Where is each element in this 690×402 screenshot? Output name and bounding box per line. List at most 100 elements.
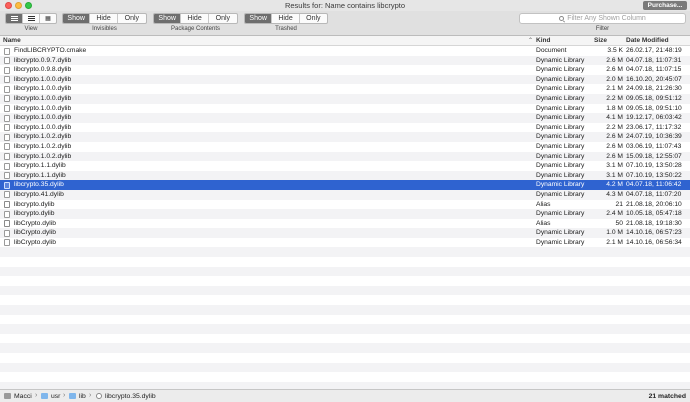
package-contents-label: Package Contents (170, 26, 221, 32)
empty-row (0, 353, 690, 363)
file-icon (4, 229, 10, 237)
file-name: libcrypto.dylib (14, 210, 55, 218)
table-row[interactable]: libcrypto.1.0.0.dylib Dynamic Library 2.2 … (0, 123, 690, 133)
file-date: 07.10.19, 13:50:22 (626, 171, 682, 179)
table-row[interactable]: libcrypto.dylib Dynamic Library 2.4 M 10.05… (0, 209, 690, 219)
file-kind: Dynamic Library (536, 75, 585, 83)
file-size: 21 (615, 200, 623, 208)
file-size: 2.1 M (606, 238, 623, 246)
empty-row (0, 305, 690, 315)
package-contents-only-button[interactable]: Only (209, 14, 237, 23)
file-name: libcrypto.1.0.0.dylib (14, 123, 72, 131)
file-date: 04.07.18, 11:07:20 (626, 190, 682, 198)
file-size: 2.6 M (606, 133, 623, 141)
file-size: 2.6 M (606, 152, 623, 160)
table-row[interactable]: libcrypto.dylib Alias 21 21.08.18, 20:06:10 (0, 200, 690, 210)
name-column-header[interactable]: Name (3, 37, 21, 44)
file-size: 2.2 M (606, 94, 623, 102)
file-kind: Dynamic Library (536, 210, 585, 218)
table-row[interactable]: libcrypto.1.0.2.dylib Dynamic Library 2.6 … (0, 132, 690, 142)
invisibles-only-button[interactable]: Only (118, 14, 146, 23)
table-row[interactable]: libcrypto.1.0.0.dylib Dynamic Library 2.2 … (0, 93, 690, 104)
file-size: 4.2 M (606, 181, 623, 189)
table-row[interactable]: libcrypto.1.0.2.dylib Dynamic Library 2.6 … (0, 142, 690, 152)
file-date: 04.07.18, 11:07:15 (626, 66, 682, 74)
table-row[interactable]: libCrypto.dylib Alias 50 21.08.18, 19:18:30 (0, 219, 690, 229)
trashed-show-button[interactable]: Show (245, 14, 273, 23)
file-size: 1.8 M (606, 104, 623, 112)
path-item-label: usr (51, 392, 61, 400)
date-column-header[interactable]: Date Modified (626, 37, 669, 44)
file-icon (4, 210, 10, 218)
file-kind: Dynamic Library (536, 56, 585, 64)
table-row[interactable]: libcrypto.41.dylib Dynamic Library 4.3 M 04… (0, 189, 690, 200)
package-contents-hide-button[interactable]: Hide (181, 14, 209, 23)
file-icon (4, 85, 10, 93)
file-size: 50 (615, 219, 623, 227)
file-date: 26.02.17, 21:48:19 (626, 47, 682, 54)
file-size: 4.1 M (606, 114, 623, 122)
outline-view-icon (27, 16, 35, 21)
file-kind: Dynamic Library (536, 85, 585, 93)
trashed-hide-button[interactable]: Hide (272, 14, 300, 23)
list-view-button[interactable] (6, 14, 23, 23)
table-row[interactable]: libcrypto.1.1.dylib Dynamic Library 3.1 M0… (0, 161, 690, 171)
path-separator-icon: › (89, 392, 92, 399)
file-name: libcrypto.1.0.0.dylib (14, 104, 72, 112)
file-size: 3.1 M (606, 162, 623, 170)
outline-view-button[interactable] (23, 14, 40, 23)
file-kind: Dynamic Library (536, 66, 585, 74)
package-contents-show-button[interactable]: Show (154, 14, 182, 23)
file-date: 21.08.18, 19:18:30 (626, 219, 682, 227)
file-icon (4, 76, 10, 84)
empty-row (0, 266, 690, 277)
trashed-only-button[interactable]: Only (300, 14, 327, 23)
kind-column-header[interactable]: Kind (536, 37, 550, 44)
filter-label: Filter (595, 26, 610, 32)
file-date: 03.06.19, 11:07:43 (626, 142, 682, 150)
search-icon (559, 16, 565, 21)
path-item-usr[interactable]: usr (41, 393, 60, 400)
empty-row (0, 276, 690, 286)
table-row[interactable]: libCrypto.dylib Dynamic Library 1.0 M 14.10… (0, 228, 690, 238)
invisibles-show-button[interactable]: Show (63, 14, 91, 23)
table-row[interactable]: libcrypto.0.9.7.dylib Dynamic Library 2.6 … (0, 55, 690, 66)
file-date: 24.07.19, 10:36:39 (626, 133, 682, 141)
empty-row (0, 343, 690, 353)
table-row[interactable]: libCrypto.dylib Dynamic Library 2.1 M 14.10… (0, 238, 690, 248)
file-name: FindLIBCRYPTO.cmake (14, 47, 87, 54)
table-row[interactable]: libcrypto.1.0.2.dylib Dynamic Library 2.6 … (0, 151, 690, 162)
file-name: libcrypto.35.dylib (14, 181, 64, 189)
path-item-disk[interactable]: Macci (4, 393, 32, 400)
file-name: libcrypto.1.0.0.dylib (14, 75, 72, 83)
table-row[interactable]: libcrypto.1.0.0.dylib Dynamic Library 2.0 … (0, 74, 690, 85)
filter-search-field[interactable]: Filter Any Shown Column (519, 13, 686, 24)
package-contents-control: Show Hide Only (153, 13, 238, 24)
file-date: 24.09.18, 21:26:30 (626, 85, 682, 93)
size-column-header[interactable]: Size (594, 37, 607, 44)
path-item-file[interactable]: libcrypto.35.dylib (96, 393, 156, 400)
file-kind: Dynamic Library (536, 190, 585, 198)
file-name: libcrypto.1.0.2.dylib (14, 133, 72, 141)
table-row[interactable]: libcrypto.1.0.0.dylib Dynamic Library 4.1 … (0, 113, 690, 123)
file-size: 2.0 M (606, 75, 623, 83)
table-row[interactable]: libcrypto.0.9.8.dylib Dynamic Library 2.6 … (0, 65, 690, 75)
file-name: libCrypto.dylib (14, 219, 56, 227)
file-name: libcrypto.41.dylib (14, 190, 64, 198)
path-item-lib[interactable]: lib (69, 393, 86, 400)
file-name: libcrypto.1.0.0.dylib (14, 94, 72, 102)
view-mode-control: ▦ (5, 13, 57, 24)
table-row[interactable]: FindLIBCRYPTO.cmake Document 3.5 K 26.02.17… (0, 46, 690, 56)
table-row[interactable]: libcrypto.1.0.0.dylib Dynamic Library 2.1 … (0, 84, 690, 94)
file-size: 2.6 M (606, 142, 623, 150)
file-kind: Alias (536, 219, 551, 227)
table-row-selected[interactable]: libcrypto.35.dylib Dynamic Library 4.2 M 04… (0, 180, 690, 190)
table-row[interactable]: libcrypto.1.0.0.dylib Dynamic Library 1.8 … (0, 104, 690, 114)
icon-view-button[interactable]: ▦ (40, 14, 56, 23)
purchase-button[interactable]: Purchase... (643, 1, 687, 10)
file-date: 09.05.18, 09:51:12 (626, 94, 682, 102)
grid-icon: ▦ (45, 16, 51, 22)
table-row[interactable]: libcrypto.1.1.dylib Dynamic Library 3.1 M0… (0, 170, 690, 181)
file-name: libcrypto.1.0.2.dylib (14, 142, 72, 150)
invisibles-hide-button[interactable]: Hide (90, 14, 118, 23)
